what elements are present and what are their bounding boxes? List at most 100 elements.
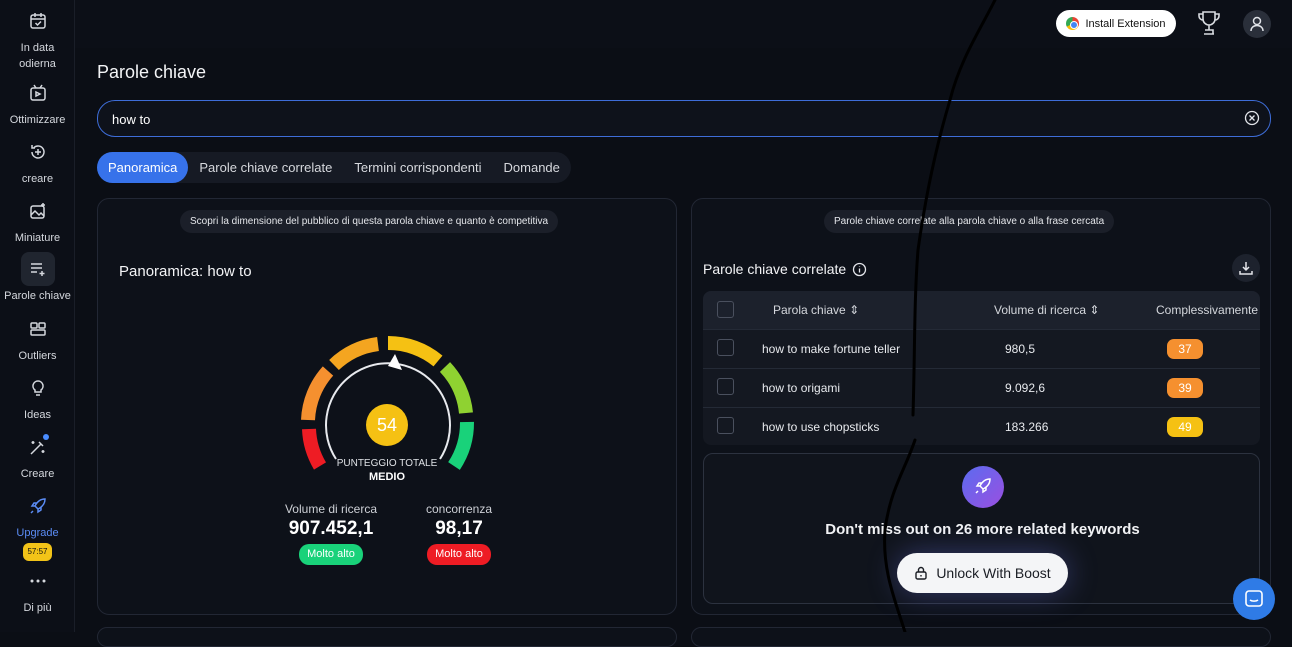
tab-overview[interactable]: Panoramica [97,152,189,183]
competition-metric: concorrenza 98,17 Molto alto [409,502,509,565]
search-bar [97,100,1271,137]
table-row[interactable]: how to origami 9.092,6 39 [703,368,1260,407]
row-score: 37 [1167,339,1203,359]
install-extension-label: Install Extension [1085,17,1166,30]
tab-matching-terms[interactable]: Termini corrispondenti [343,152,492,183]
table-row[interactable]: how to use chopsticks 183.266 49 [703,407,1260,445]
user-avatar[interactable] [1243,10,1271,38]
gauge-segment-green [448,421,475,470]
sidebar-item-label: Ottimizzare [9,114,66,126]
row-volume: 183.266 [1005,420,1049,434]
gauge-segment-red [302,428,327,470]
sidebar-item-label: Ideas [24,409,51,421]
gauge-segment-orange [301,366,334,421]
page-title: Parole chiave [97,62,207,82]
lower-card-left [97,627,677,647]
rocket-icon [21,489,55,523]
download-icon [1239,262,1253,275]
sidebar-item-label: Creare [20,468,55,480]
install-extension-button[interactable]: Install Extension [1056,10,1176,37]
row-volume: 980,5 [1005,342,1036,356]
sidebar-item-label: Parole chiave [4,290,71,302]
gauge-needle [388,354,402,370]
lock-icon [915,566,928,580]
row-checkbox[interactable] [717,339,734,356]
sidebar-item-creare[interactable]: Creare [0,430,75,482]
download-button[interactable] [1232,254,1260,282]
grid-outliers-icon [21,312,55,346]
sort-icon: ⇕ [849,303,860,317]
calendar-icon [21,4,55,38]
tab-related-keywords[interactable]: Parole chiave correlate [188,152,343,183]
sidebar-item-label: creare [21,173,54,185]
chat-launcher-button[interactable] [1233,578,1275,620]
unlock-button-label: Unlock With Boost [936,565,1051,581]
upgrade-timer: 57:57 [23,543,52,561]
sidebar-item-create[interactable]: creare [0,135,75,187]
competition-badge: Molto alto [427,544,491,565]
info-icon[interactable] [852,262,867,277]
keyword-list-icon [20,252,55,286]
sidebar-item-today[interactable]: In data odierna [0,4,75,72]
video-optimize-icon [21,76,55,110]
magic-wand-icon [21,430,55,464]
related-hint: Parole chiave correlate alla parola chia… [824,210,1115,233]
score-label: PUNTEGGIO TOTALE [336,458,438,469]
search-input[interactable] [112,109,1212,129]
lower-card-right [691,627,1271,647]
row-checkbox[interactable] [717,417,734,434]
chrome-icon [1066,17,1080,30]
unlock-panel: Don't miss out on 26 more related keywor… [703,453,1260,604]
sidebar-item-label: Miniature [14,232,61,244]
overview-card: Scopri la dimensione del pubblico di que… [97,198,677,615]
trophy-icon[interactable] [1197,10,1221,41]
select-all-checkbox[interactable] [717,301,734,318]
sort-icon: ⇕ [1089,303,1100,317]
unlock-with-boost-button[interactable]: Unlock With Boost [897,553,1068,593]
clear-search-icon[interactable] [1244,110,1260,126]
competition-value: 98,17 [435,518,483,539]
score-value: 54 [366,404,408,446]
chat-icon [1245,590,1263,607]
sidebar-item-ideas[interactable]: Ideas [0,371,75,423]
search-volume-label: Volume di ricerca [284,502,378,516]
sidebar-item-keywords[interactable]: Parole chiave [0,252,75,304]
column-keyword[interactable]: Parola chiave ⇕ [773,303,859,317]
sidebar-item-label: Outliers [18,350,57,362]
sidebar-item-thumbnails[interactable]: Miniature [0,194,75,246]
row-keyword: how to make fortune teller [762,342,901,356]
refresh-plus-icon [21,135,55,169]
related-keywords-card: Parole chiave correlate alla parola chia… [691,198,1271,615]
sidebar-item-more[interactable]: Di più [0,564,75,616]
more-dots-icon [21,564,55,598]
overview-title: Panoramica: how to [119,263,252,280]
notification-dot [42,434,49,440]
lightbulb-icon [21,371,55,405]
related-keywords-table: Parola chiave ⇕ Volume di ricerca ⇕ Comp… [703,291,1260,445]
table-row[interactable]: how to make fortune teller 980,5 37 [703,329,1260,368]
competition-label: concorrenza [425,502,493,516]
column-overall[interactable]: Complessivamente [1156,303,1258,317]
search-volume-metric: Volume di ricerca 907.452,1 Molto alto [266,502,396,565]
sidebar-item-label: odierna [19,58,56,70]
search-volume-badge: Molto alto [299,544,363,565]
score-level: MEDIO [368,471,406,483]
image-sparkle-icon [21,194,55,228]
sidebar-item-outliers[interactable]: Outliers [0,312,75,364]
sidebar-item-upgrade[interactable]: Upgrade 57:57 [0,489,75,561]
sidebar-item-label: Upgrade [16,527,59,539]
sidebar-item-optimize[interactable]: Ottimizzare [0,76,75,128]
gauge-segment-lime [439,362,473,414]
row-volume: 9.092,6 [1005,381,1046,395]
tab-bar: Panoramica Parole chiave correlate Termi… [97,152,571,183]
overview-hint: Scopri la dimensione del pubblico di que… [180,210,559,233]
column-volume[interactable]: Volume di ricerca ⇕ [994,303,1099,317]
sidebar: In data odierna Ottimizzare creare Minia… [0,0,75,632]
table-header: Parola chiave ⇕ Volume di ricerca ⇕ Comp… [703,291,1260,329]
sidebar-item-label: In data [20,42,55,54]
unlock-message: Don't miss out on 26 more related keywor… [825,521,1140,538]
search-volume-value: 907.452,1 [288,518,374,539]
row-checkbox[interactable] [717,378,734,395]
tab-questions[interactable]: Domande [493,152,571,183]
row-score: 49 [1167,417,1203,437]
